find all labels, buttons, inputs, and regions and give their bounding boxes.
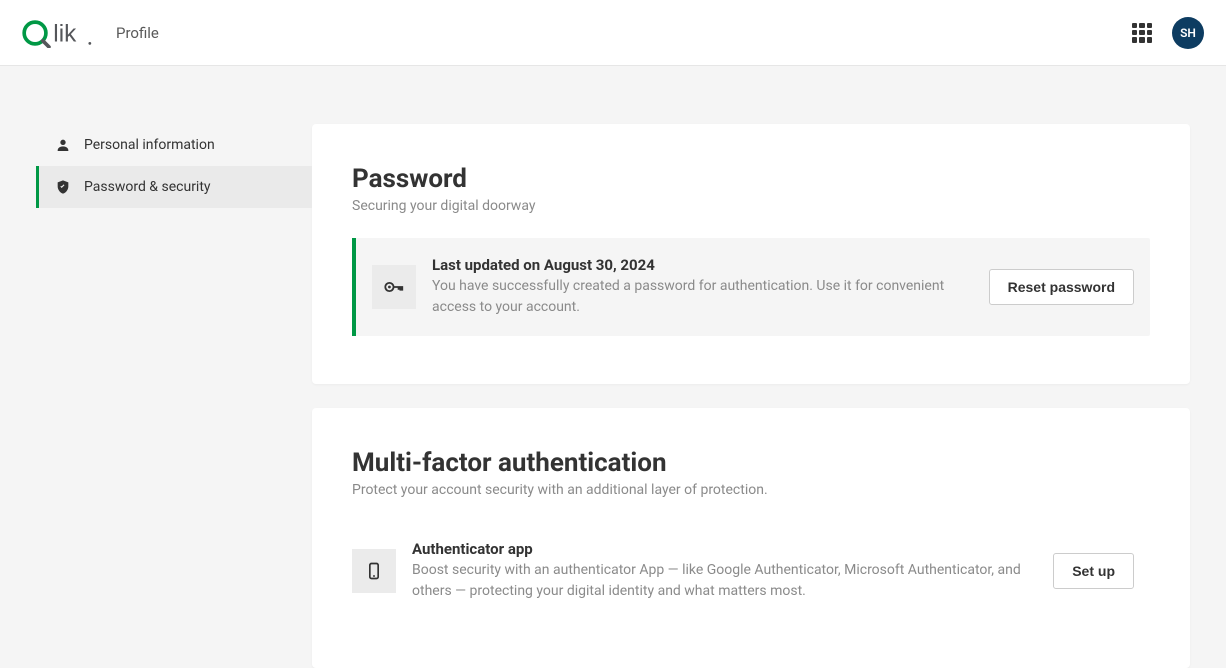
phone-icon: [352, 549, 396, 593]
sidebar-item-label: Password & security: [84, 179, 211, 195]
sidebar: Personal information Password & security: [0, 124, 312, 637]
apps-grid-icon[interactable]: [1132, 23, 1152, 43]
header-right: SH: [1132, 17, 1204, 49]
password-info-box: Last updated on August 30, 2024 You have…: [352, 238, 1150, 336]
sidebar-item-personal-information[interactable]: Personal information: [36, 124, 312, 166]
mfa-info-desc: Boost security with an authenticator App…: [412, 560, 1037, 602]
mfa-title: Multi-factor authentication: [352, 448, 1150, 478]
password-card: Password Securing your digital doorway L…: [312, 124, 1190, 384]
password-info-text: Last updated on August 30, 2024 You have…: [432, 256, 973, 318]
content: Password Securing your digital doorway L…: [312, 124, 1226, 637]
mfa-subtitle: Protect your account security with an ad…: [352, 482, 1150, 498]
reset-password-button[interactable]: Reset password: [989, 269, 1134, 305]
password-title: Password: [352, 164, 1150, 194]
password-info-desc: You have successfully created a password…: [432, 276, 973, 318]
header: lik Profile SH: [0, 0, 1226, 66]
avatar[interactable]: SH: [1172, 17, 1204, 49]
shield-icon: [54, 178, 72, 196]
page-title: Profile: [116, 24, 159, 42]
main: Personal information Password & security…: [0, 66, 1226, 637]
mfa-info-title: Authenticator app: [412, 540, 1037, 558]
mfa-info-text: Authenticator app Boost security with an…: [412, 540, 1037, 602]
mfa-info-box: Authenticator app Boost security with an…: [352, 522, 1150, 620]
mfa-card: Multi-factor authentication Protect your…: [312, 408, 1190, 668]
password-info-title: Last updated on August 30, 2024: [432, 256, 973, 274]
key-icon: [372, 265, 416, 309]
header-left: lik Profile: [22, 18, 159, 48]
password-subtitle: Securing your digital doorway: [352, 198, 1150, 214]
sidebar-item-password-security[interactable]: Password & security: [36, 166, 312, 208]
qlik-logo[interactable]: lik: [22, 18, 102, 48]
setup-mfa-button[interactable]: Set up: [1053, 553, 1134, 589]
person-icon: [54, 136, 72, 154]
svg-text:lik: lik: [53, 20, 77, 47]
sidebar-item-label: Personal information: [84, 137, 215, 153]
